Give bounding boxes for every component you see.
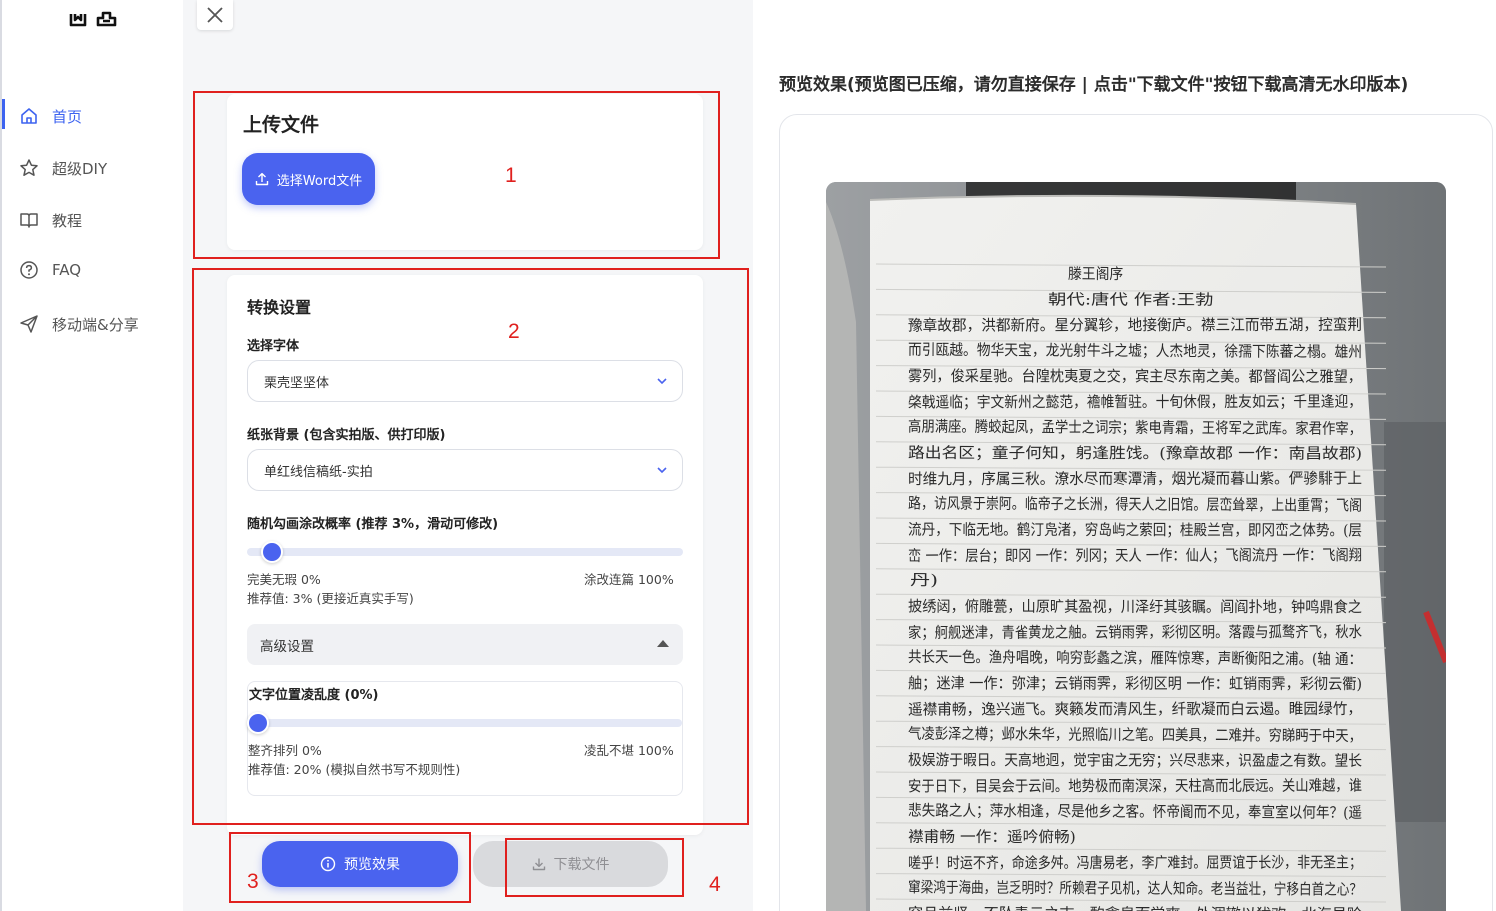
handwritten-line: 披绣闼，俯雕甍，山原旷其盈视，川泽纡其骇瞩。闾阎扑地，钟鸣鼎食之 [908,597,1362,616]
handwritten-line: 高朋满座。腾蛟起凤，孟学士之词宗；紫电青霜，王将军之武库。家君作宰， [908,417,1362,437]
handwritten-line: 滕王阁序 [1068,265,1123,283]
handwritten-line: 气凌彭泽之樽；邺水朱华，光照临川之笔。四美具，二难并。穷睇眄于中天， [908,725,1362,745]
handwritten-line: 丹) [910,571,938,589]
annotation-number-1: 1 [505,164,517,187]
handwritten-line: 家；舸舰迷津，青雀黄龙之舳。云销雨霁，彩彻区明。落霞与孤鹜齐飞，秋水 [908,623,1362,642]
annotation-number-3: 3 [247,870,259,893]
handwritten-line: 嗟乎！时运不齐，命途多舛。冯唐易老，李广难封。屈贾谊于长沙，非无圣主； [908,853,1362,872]
sidebar-item-mobile-share[interactable]: 移动端&分享 [2,305,185,343]
close-icon [207,7,223,23]
handwritten-line: 峦 一作：层台；即冈 一作：列冈；天人 一作：仙人；飞阁流丹 一作：飞阁翔 [908,546,1362,565]
sidebar-item-label: 超级DIY [52,159,108,178]
handwritten-line: 舳；迷津 一作：弥津；云销雨霁，彩彻区明 一作：虹销雨霁，彩彻云衢) [908,674,1362,693]
logo-icon [69,11,117,27]
annotation-number-4: 4 [709,873,721,896]
sidebar-item-label: 移动端&分享 [52,315,139,334]
handwritten-line: 遥襟甫畅，逸兴遄飞。爽籁发而清风生，纤歌凝而白云遏。睢园绿竹， [908,700,1362,719]
handwriting-preview-image: 滕王阁序朝代:唐代 作者:王勃豫章故郡，洪都新府。星分翼轸，地接衡庐。襟三江而带… [826,182,1446,911]
question-icon [18,259,40,281]
app-logo[interactable] [66,8,124,32]
close-button[interactable] [197,0,233,30]
handwritten-line: 时维九月，序属三秋。潦水尽而寒潭清，烟光凝而暮山紫。俨骖騑于上 [908,469,1362,488]
handwritten-line: 豫章故郡，洪都新府。星分翼轸，地接衡庐。襟三江而带五湖，控蛮荆 [908,316,1362,335]
sidebar-item-diy[interactable]: 超级DIY [2,149,185,187]
sidebar-item-faq[interactable]: FAQ [2,251,185,289]
handwritten-line: 穷且益坚，不坠青云之志。酌贪泉而觉爽，处涸辙以犹欢。北海虽赊 [908,905,1362,911]
handwritten-line: 极娱游于暇日。天高地迥，觉宇宙之无穷；兴尽悲来，识盈虚之有数。望长 [908,751,1362,770]
handwriting-preview-svg: 滕王阁序朝代:唐代 作者:王勃豫章故郡，洪都新府。星分翼轸，地接衡庐。襟三江而带… [826,182,1446,911]
handwritten-line: 窜梁鸿于海曲，岂乏明时？所赖君子见机，达人知命。老当益壮，宁移白首之心？ [908,878,1362,898]
handwritten-line: 流丹，下临无地。鹤汀凫渚，穷岛屿之萦回；桂殿兰宫，即冈峦之体势。(层 [908,521,1362,540]
send-icon [18,313,40,335]
handwritten-line: 朝代:唐代 作者:王勃 [1048,290,1214,308]
handwritten-line: 襟甫畅 一作：遥吟俯畅) [908,828,1076,846]
annotation-box-1 [193,91,720,259]
preview-title: 预览效果(预览图已压缩，请勿直接保存 | 点击"下载文件"按钮下载高清无水印版本… [779,75,1409,95]
star-icon [18,157,40,179]
handwritten-line: 路出名区；童子何知，躬逢胜饯。(豫章故郡 一作：南昌故郡) [908,444,1362,463]
annotation-box-2 [192,268,749,825]
handwritten-line: 雾列，俊采星驰。台隍枕夷夏之交，宾主尽东南之美。都督阎公之雅望， [908,367,1362,386]
annotation-box-4 [505,838,684,897]
sidebar-item-label: 首页 [52,107,83,126]
handwritten-line: 共长天一色。渔舟唱晚，响穷彭蠡之滨，雁阵惊寒，声断衡阳之浦。(轴 通： [908,648,1362,668]
sidebar-item-home[interactable]: 首页 [2,97,185,135]
sidebar-item-label: FAQ [52,261,82,279]
annotation-box-3 [229,832,471,903]
book-icon [18,209,40,231]
sidebar: 首页 超级DIY 教程 FAQ 移动端&分享 [0,0,183,911]
handwritten-line: 安于日下，目吴会于云间。地势极而南溟深，天柱高而北辰远。关山难越，谁 [908,777,1362,796]
home-icon [18,105,40,127]
handwritten-line: 路，访风景于崇阿。临帝子之长洲，得天人之旧馆。层峦耸翠，上出重霄；飞阁 [908,494,1362,514]
handwritten-line: 而引瓯越。物华天宝，龙光射牛斗之墟；人杰地灵，徐孺下陈蕃之榻。雄州 [908,341,1362,361]
handwritten-line: 棨戟遥临；宇文新州之懿范，襜帷暂驻。十旬休假，胜友如云；千里逢迎， [908,393,1362,412]
annotation-number-2: 2 [508,320,520,343]
handwritten-line: 悲失路之人；萍水相逢，尽是他乡之客。怀帝阍而不见，奉宣室以何年？(遥 [908,801,1362,821]
sidebar-item-label: 教程 [52,211,83,230]
sidebar-item-tutorial[interactable]: 教程 [2,201,185,239]
